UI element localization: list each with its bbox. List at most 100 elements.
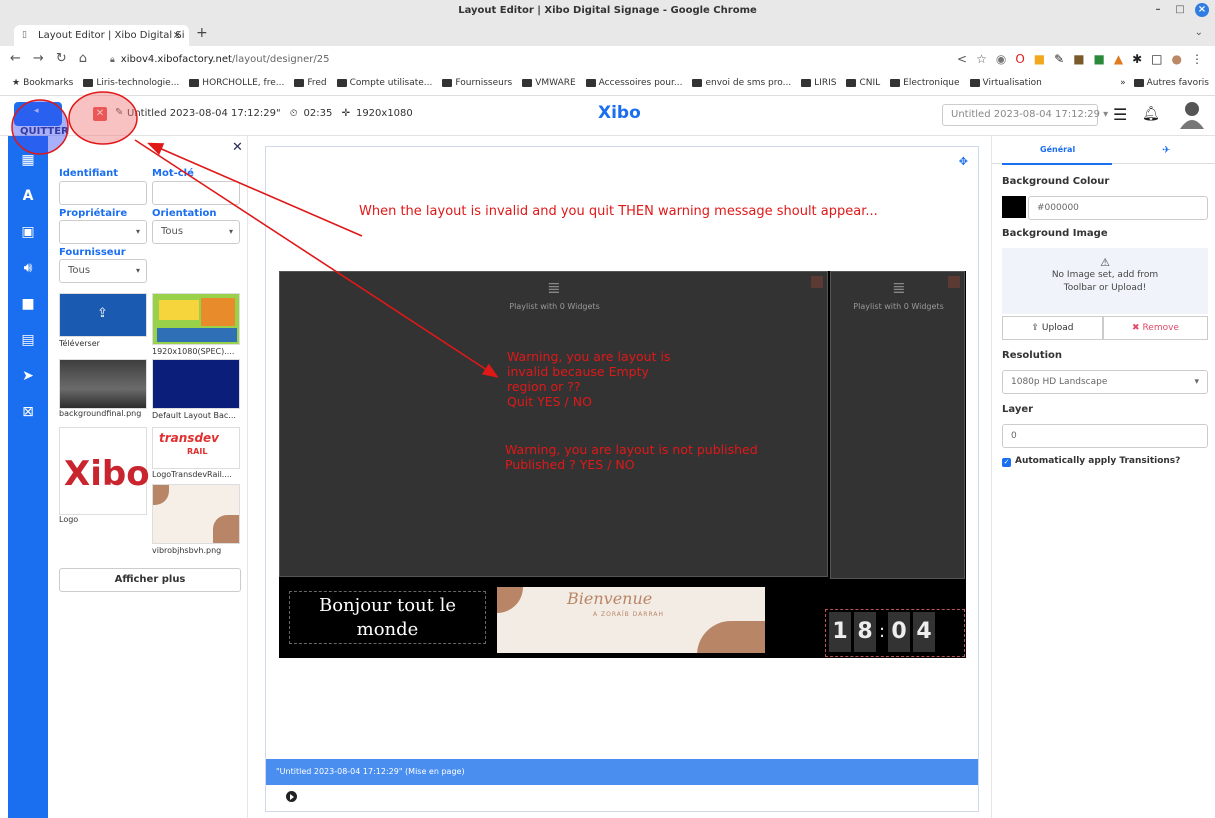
- tag-icon[interactable]: ✎: [115, 107, 123, 118]
- bookmark-item[interactable]: VMWARE: [522, 78, 576, 88]
- upload-button[interactable]: ⇪ Upload: [1002, 316, 1103, 340]
- transdev-text: transdev: [159, 431, 219, 445]
- video-nav-icon[interactable]: ■: [8, 294, 48, 314]
- ext-icon-green[interactable]: ■: [1094, 52, 1105, 66]
- close-window-icon[interactable]: ×: [1195, 3, 1209, 17]
- proprietaire-select[interactable]: ▾: [59, 220, 147, 244]
- archive-nav-icon[interactable]: ▤: [8, 330, 48, 350]
- layout-resolution: 1920x1080: [355, 108, 413, 119]
- remove-button[interactable]: ✖ Remove: [1103, 316, 1208, 340]
- bookmark-item[interactable]: Fournisseurs: [442, 78, 512, 88]
- extension-icon[interactable]: ◉: [996, 52, 1006, 66]
- layouts-nav-icon[interactable]: ▦: [8, 150, 48, 170]
- fournisseur-select[interactable]: Tous ▾: [59, 259, 147, 283]
- upload-tile[interactable]: ⇪: [59, 293, 147, 337]
- bookmark-item[interactable]: Fred: [294, 78, 327, 88]
- folder-icon: [846, 79, 857, 87]
- library-thumb-transdev[interactable]: transdev RAIL: [152, 427, 240, 469]
- menu-dots-icon[interactable]: ⋮: [1191, 52, 1203, 66]
- library-close-icon[interactable]: ✕: [232, 140, 243, 155]
- url-host: xibov4.xibofactory.net: [120, 54, 232, 65]
- layout-duration: 02:35: [303, 108, 333, 119]
- bookmark-item[interactable]: Liris-technologie...: [83, 78, 179, 88]
- text-widget[interactable]: Bonjour tout le monde: [289, 591, 486, 644]
- library-thumb-bienvenue[interactable]: [152, 484, 240, 544]
- profile-icon[interactable]: ●: [1172, 52, 1182, 66]
- audio-nav-icon[interactable]: 🔊︎: [8, 258, 48, 278]
- region-options-icon[interactable]: [811, 276, 823, 288]
- xibo-favicon-icon: ▯: [22, 30, 27, 40]
- auto-transitions-checkbox[interactable]: ✓: [1002, 458, 1011, 467]
- library-thumb-background[interactable]: [59, 359, 147, 409]
- bookmark-item[interactable]: HORCHOLLE, fre...: [189, 78, 284, 88]
- tab-search-chevron-icon[interactable]: ⌄: [1195, 27, 1203, 38]
- sidepanel-icon[interactable]: □: [1151, 52, 1162, 66]
- other-bookmarks[interactable]: Autres favoris: [1133, 78, 1209, 88]
- playlist-icon: ≣: [547, 278, 561, 297]
- user-avatar-icon[interactable]: [1178, 99, 1206, 129]
- move-icon[interactable]: ✥: [959, 155, 968, 168]
- browser-tab[interactable]: ▯ Layout Editor | Xibo Digital Si ×: [14, 25, 189, 46]
- notification-bell-icon[interactable]: 🔔︎: [1142, 106, 1160, 122]
- toolbar-nav: ▦ A ▣ 🔊︎ ■ ▤ ➤ ⊠: [8, 136, 48, 818]
- menu-icon[interactable]: ☰: [1113, 105, 1127, 124]
- crop-nav-icon[interactable]: ⊠: [8, 402, 48, 422]
- reload-icon[interactable]: ↻: [56, 51, 67, 66]
- auto-transitions-label: Automatically apply Transitions?: [1015, 456, 1181, 466]
- identifiant-input[interactable]: [59, 181, 147, 205]
- new-tab-icon[interactable]: +: [196, 25, 208, 41]
- note-icon[interactable]: ■: [1034, 52, 1045, 66]
- forward-icon[interactable]: →: [33, 51, 44, 66]
- bookmark-item[interactable]: Virtualisation: [969, 78, 1042, 88]
- url-field[interactable]: 🔒︎ xibov4.xibofactory.net/layout/designer…: [110, 51, 329, 69]
- library-thumb-spec[interactable]: [152, 293, 240, 345]
- send-nav-icon[interactable]: ➤: [8, 366, 48, 386]
- bookmark-item[interactable]: envoi de sms pro...: [692, 78, 791, 88]
- bookmark-item[interactable]: Compte utilisate...: [336, 78, 432, 88]
- opera-icon[interactable]: O: [1015, 52, 1024, 66]
- bookmark-item[interactable]: LIRIS: [801, 78, 836, 88]
- tab-general[interactable]: Général: [1001, 145, 1113, 165]
- colour-swatch[interactable]: [1002, 196, 1026, 218]
- share-icon[interactable]: <: [957, 52, 967, 66]
- bookmarks-star-item[interactable]: ★ Bookmarks: [12, 78, 73, 88]
- ext-icon-brown[interactable]: ■: [1073, 52, 1084, 66]
- region-2[interactable]: ≣ Playlist with 0 Widgets: [830, 271, 965, 579]
- bookmark-item[interactable]: Accessoires pour...: [585, 78, 682, 88]
- resolution-select[interactable]: 1080p HD Landscape ▾: [1002, 370, 1208, 394]
- layout-select[interactable]: Untitled 2023-08-04 17:12:29 ▾: [942, 104, 1108, 126]
- region-options-icon[interactable]: [948, 276, 960, 288]
- play-preview-button[interactable]: [286, 791, 297, 802]
- bookmark-item[interactable]: Electronique: [890, 78, 960, 88]
- fox-icon[interactable]: ▲: [1114, 52, 1123, 66]
- show-more-button[interactable]: Afficher plus: [59, 568, 241, 592]
- bookmark-item[interactable]: CNIL: [846, 78, 880, 88]
- no-image-text: No Image set, add from Toolbar or Upload…: [1051, 270, 1159, 293]
- region-1[interactable]: ≣ Playlist with 0 Widgets: [279, 271, 828, 577]
- minimize-icon[interactable]: –: [1151, 3, 1165, 17]
- library-thumb-logo[interactable]: Xibo: [59, 427, 150, 515]
- star-icon[interactable]: ☆: [976, 52, 987, 66]
- image-widget[interactable]: Bienvenue A ZORAÏB DARRAH: [497, 587, 765, 653]
- clock-widget[interactable]: 1 8 : 0 4: [825, 609, 965, 657]
- text-nav-icon[interactable]: A: [8, 186, 48, 206]
- home-icon[interactable]: ⌂: [79, 51, 87, 66]
- region-1-label: Playlist with 0 Widgets: [509, 302, 600, 311]
- background-colour-label: Background Colour: [1002, 176, 1110, 187]
- layer-input[interactable]: 0: [1002, 424, 1208, 448]
- delete-layout-button[interactable]: ✕: [93, 107, 107, 121]
- back-icon[interactable]: ←: [10, 51, 21, 66]
- chevron-down-icon: ▾: [135, 227, 140, 236]
- puzzle-icon[interactable]: ✱: [1132, 52, 1142, 66]
- motcle-input[interactable]: [152, 181, 240, 205]
- tab-close-icon[interactable]: ×: [173, 25, 181, 46]
- maximize-icon[interactable]: □: [1173, 3, 1187, 17]
- bookmarks-more[interactable]: »: [1120, 78, 1126, 88]
- orientation-select[interactable]: Tous ▾: [152, 220, 240, 244]
- image-nav-icon[interactable]: ▣: [8, 222, 48, 242]
- quit-button[interactable]: ◂: [14, 102, 62, 126]
- pencil-icon[interactable]: ✎: [1054, 52, 1064, 66]
- tab-actions-icon[interactable]: ✈: [1162, 145, 1170, 156]
- background-colour-input[interactable]: #000000: [1028, 196, 1208, 220]
- library-thumb-default-bg[interactable]: [152, 359, 240, 409]
